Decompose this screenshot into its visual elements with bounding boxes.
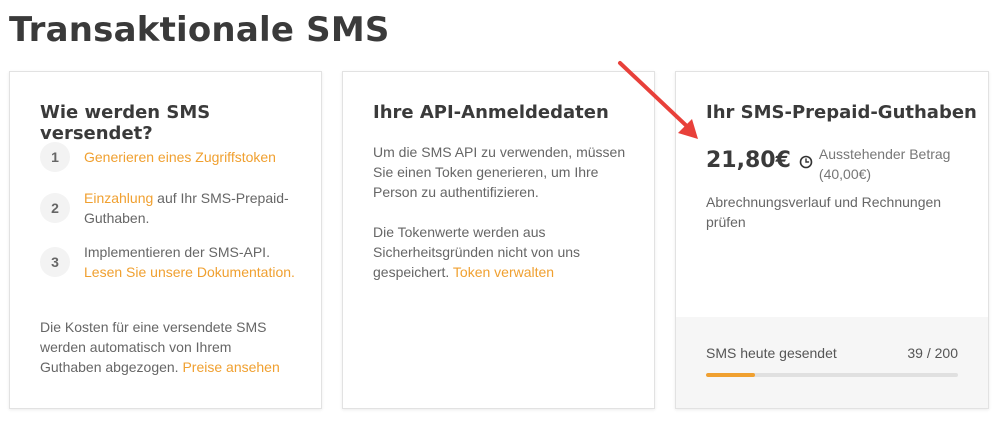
billing-history-link[interactable]: Abrechnungsverlauf und Rechnungen prüfen xyxy=(706,192,956,232)
sms-usage-footer: SMS heute gesendet 39 / 200 xyxy=(676,317,988,408)
step-number: 2 xyxy=(40,193,70,223)
step-description: Implementieren der SMS-API. xyxy=(84,244,270,260)
documentation-link[interactable]: Lesen Sie unsere Dokumentation. xyxy=(84,264,295,280)
card-title: Ihre API-Anmeldedaten xyxy=(373,102,609,123)
pending-label: Ausstehender Betrag xyxy=(818,146,951,162)
card-title: Wie werden SMS versendet? xyxy=(40,102,211,144)
deposit-link[interactable]: Einzahlung xyxy=(84,190,153,206)
step-1: 1 Generieren eines Zugriffstoken xyxy=(40,142,299,172)
pending-amount: Ausstehender Betrag (40,00€) xyxy=(819,144,951,184)
balance-amount: 21,80€ xyxy=(706,148,791,173)
step-text: Implementieren der SMS-API. Lesen Sie un… xyxy=(84,242,299,282)
step-text: Einzahlung auf Ihr SMS-Prepaid-Guthaben. xyxy=(84,188,299,228)
cost-info: Die Kosten für eine versendete SMS werde… xyxy=(40,317,285,377)
step-text: Generieren eines Zugriffstoken xyxy=(84,147,299,167)
sms-progress-bar xyxy=(706,373,958,377)
how-it-works-card: Wie werden SMS versendet? 1 Generieren e… xyxy=(9,71,322,409)
pricing-link[interactable]: Preise ansehen xyxy=(182,359,279,375)
step-2: 2 Einzahlung auf Ihr SMS-Prepaid-Guthabe… xyxy=(40,188,299,228)
sms-sent-count: 39 / 200 xyxy=(907,345,958,361)
page-title: Transaktionale SMS xyxy=(9,10,390,50)
red-arrow-icon xyxy=(618,61,698,139)
prepaid-balance-card: Ihr SMS-Prepaid-Guthaben 21,80€ Ausstehe… xyxy=(675,71,989,409)
api-credentials-card: Ihre API-Anmeldedaten Um die SMS API zu … xyxy=(342,71,655,409)
clock-icon xyxy=(799,155,813,169)
card-title: Ihr SMS-Prepaid-Guthaben xyxy=(706,102,977,123)
manage-token-link[interactable]: Token verwalten xyxy=(453,264,554,280)
api-description: Um die SMS API zu verwenden, müssen Sie … xyxy=(373,144,626,200)
generate-token-link[interactable]: Generieren eines Zugriffstoken xyxy=(84,149,276,165)
pending-value: (40,00€) xyxy=(818,166,872,182)
step-3: 3 Implementieren der SMS-API. Lesen Sie … xyxy=(40,242,299,282)
token-storage-info: Die Tokenwerte werden aus Sicherheitsgrü… xyxy=(373,222,623,282)
sms-sent-label: SMS heute gesendet xyxy=(706,345,837,361)
step-number: 1 xyxy=(40,142,70,172)
step-number: 3 xyxy=(40,247,70,277)
balance-row: 21,80€ Ausstehender Betrag (40,00€) xyxy=(706,144,950,184)
sms-progress-fill xyxy=(706,373,756,377)
